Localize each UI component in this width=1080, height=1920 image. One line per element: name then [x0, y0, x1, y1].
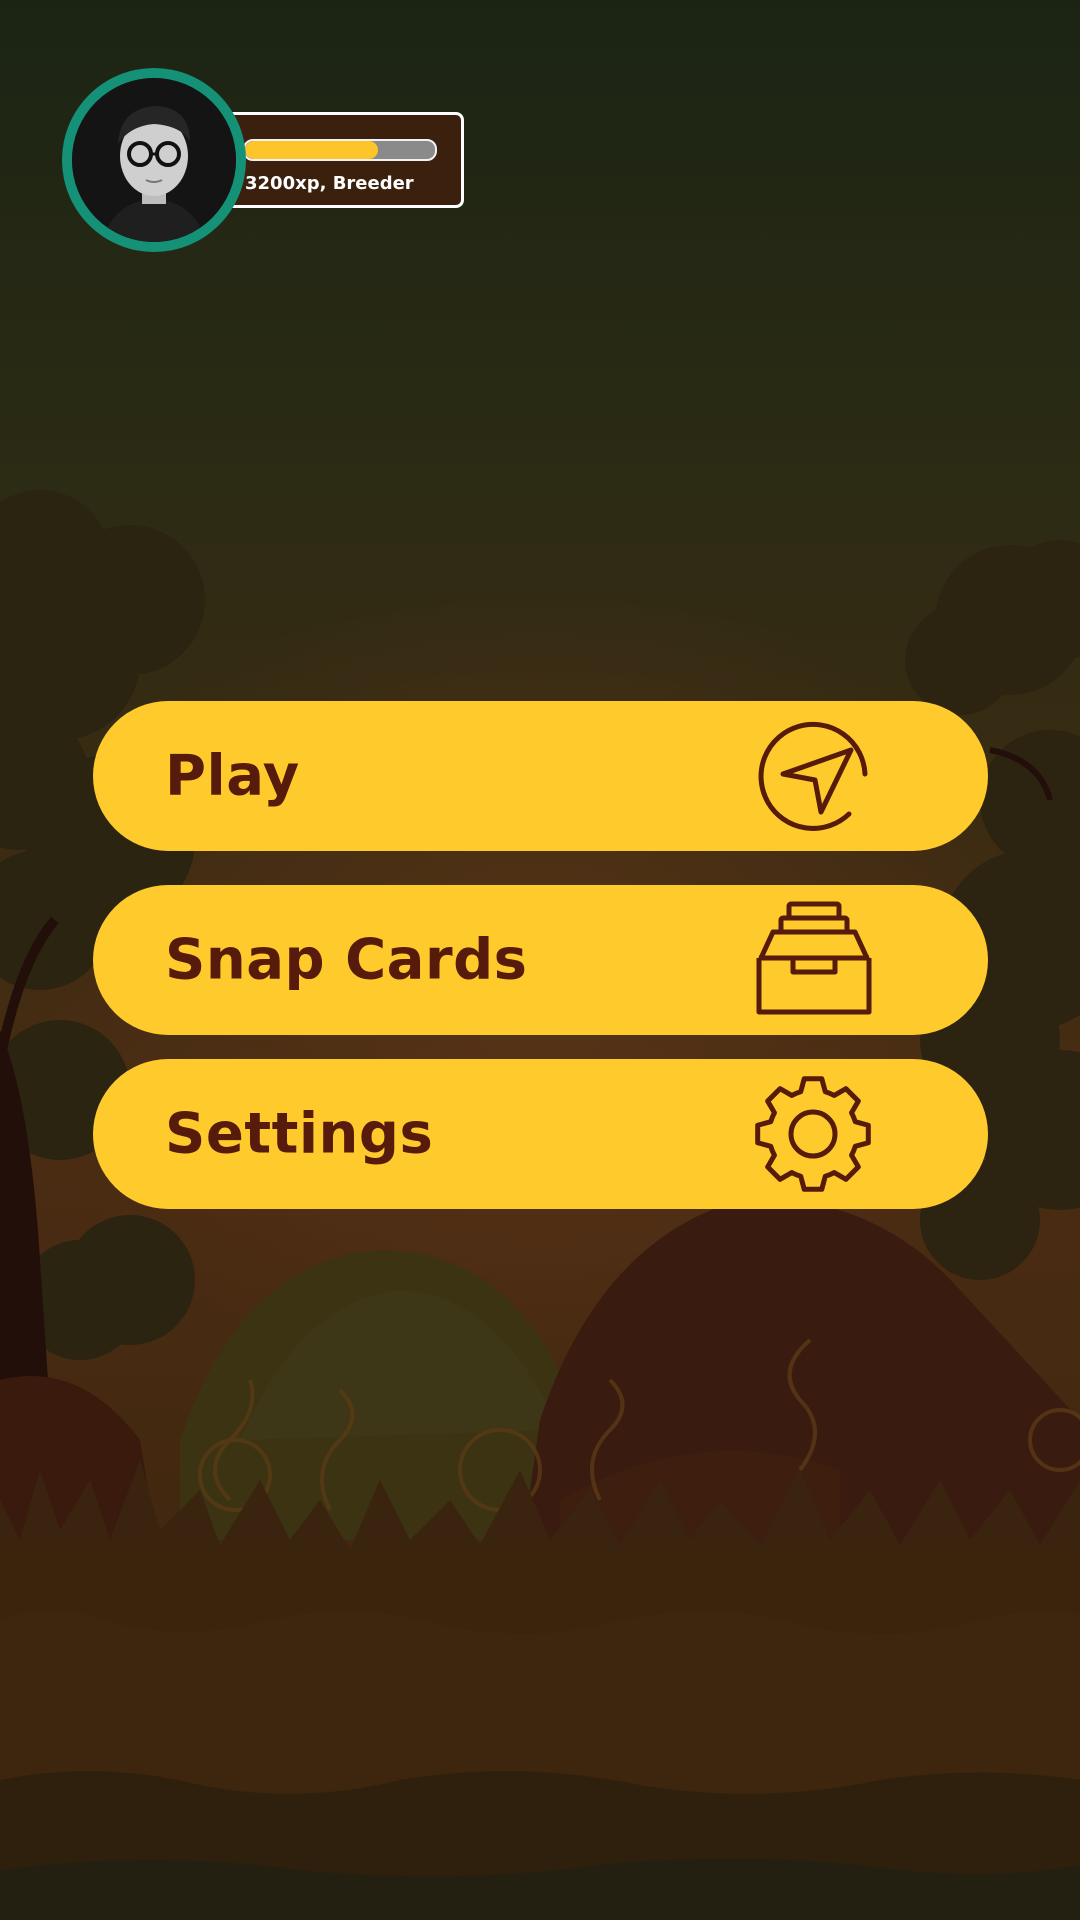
avatar-portrait — [72, 78, 236, 242]
navigation-arrow-icon — [758, 721, 868, 831]
gear-icon — [755, 1076, 871, 1192]
xp-progress-bar — [243, 139, 437, 161]
player-profile: 3200xp, Breeder — [62, 68, 472, 252]
xp-label: 3200xp, Breeder — [245, 173, 414, 194]
card-tray-icon — [756, 901, 872, 1015]
play-button[interactable]: Play — [93, 701, 988, 851]
snap-cards-button[interactable]: Snap Cards — [93, 885, 988, 1035]
play-label: Play — [165, 743, 300, 809]
settings-button[interactable]: Settings — [93, 1059, 988, 1209]
settings-label: Settings — [165, 1101, 434, 1167]
xp-panel: 3200xp, Breeder — [212, 112, 464, 208]
snap-cards-label: Snap Cards — [165, 927, 528, 993]
xp-progress-fill — [245, 141, 378, 159]
avatar[interactable] — [62, 68, 246, 252]
